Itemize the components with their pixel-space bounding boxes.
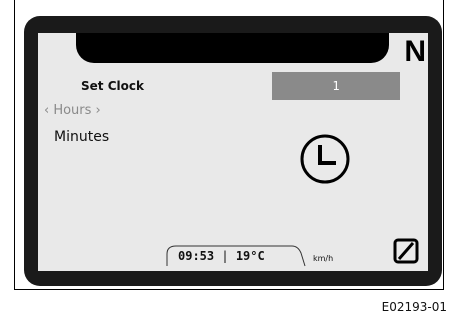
- clock-icon: [300, 134, 350, 184]
- clock-time: 09:53: [178, 249, 215, 263]
- menu-title: Set Clock: [81, 79, 144, 93]
- gear-indicator: N: [404, 35, 426, 68]
- value-field[interactable]: 1: [272, 72, 400, 100]
- display-screen: N Set Clock ‹ Hours › Minutes 1 09:53 | …: [38, 33, 428, 271]
- status-separator: |: [221, 249, 229, 263]
- menu-item-minutes[interactable]: Minutes: [54, 129, 109, 145]
- temperature: 19°C: [235, 249, 265, 263]
- figure-code: E02193-01: [381, 300, 447, 314]
- speed-unit: km/h: [313, 254, 334, 263]
- menu-item-hours[interactable]: ‹ Hours ›: [44, 103, 101, 118]
- status-readout: 09:53 | 19°C: [178, 249, 265, 263]
- top-status-bar: [76, 33, 389, 63]
- slashed-zero-icon: [393, 238, 419, 264]
